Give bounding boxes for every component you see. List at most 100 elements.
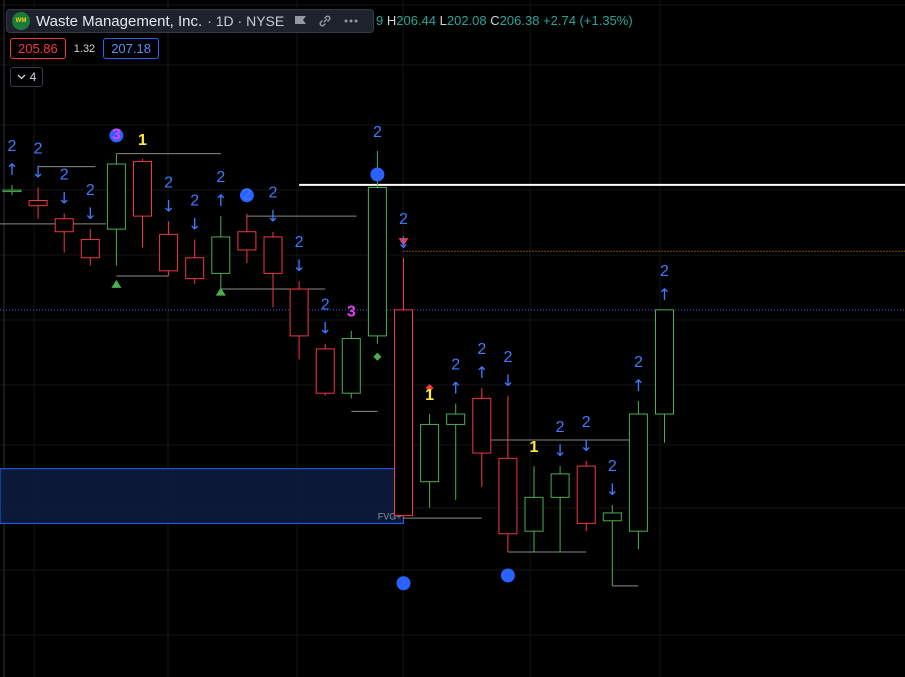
indicators-toggle-button[interactable]: 4 — [10, 67, 43, 87]
candle-label-number: 2 — [399, 211, 408, 228]
candle-body — [576, 465, 596, 524]
ohlc-high: 206.44 — [396, 13, 437, 28]
candle-label-arrow: ↑ — [449, 379, 462, 398]
buy-price-button[interactable]: 207.18 — [103, 38, 159, 59]
candle-label-arrow: ↓ — [188, 215, 201, 234]
ohlc-close: 206.38 — [499, 13, 540, 28]
candle-body — [133, 160, 152, 217]
candle-label-arrow: ↓ — [57, 189, 70, 208]
candle-body — [28, 199, 48, 207]
company-logo: WM — [12, 12, 30, 30]
candle-body — [394, 309, 413, 517]
candle-label-number: 2 — [34, 140, 43, 157]
ohlc-readout: 9 H206.44 L202.08 C206.38 +2.74 (+1.35%) — [376, 13, 633, 28]
ohlc-high-key: H — [386, 13, 397, 28]
quote-row: 205.86 1.32 207.18 — [10, 38, 159, 59]
ohlc-low: 202.08 — [446, 13, 487, 28]
price-chart[interactable]: FVG+ 2↑2↓ 2↓ 2↓3 12↓ 2↓2↑ 2 2↓2↓2↓322↓12↑2↑2↓1… — [0, 0, 905, 677]
signal-triangle — [111, 279, 122, 288]
candle-label-arrow: ↓ — [266, 207, 279, 226]
candle-body — [472, 397, 492, 454]
sell-price-button[interactable]: 205.86 — [10, 38, 66, 59]
candle-label-number: 2 — [634, 354, 643, 371]
ohlc-close-key: C — [490, 13, 500, 28]
candle-label-arrow: ↑ — [214, 191, 227, 210]
candle-label-arrow: ↑ — [658, 285, 671, 304]
ohlc-low-key: L — [439, 13, 447, 28]
candle-label-arrow: ↓ — [553, 441, 566, 460]
candle-label-arrow: ↑ — [5, 160, 18, 179]
candle-label-number: 2 — [608, 458, 617, 475]
candle-body — [211, 236, 231, 274]
candle-body — [341, 338, 361, 394]
indicators-count: 4 — [29, 70, 37, 84]
candle-label-number: 1 — [138, 132, 147, 149]
candle-label-number: 2 — [60, 167, 69, 184]
ohlc-change: +2.74 (+1.35%) — [543, 13, 633, 28]
fvg-zone: FVG+ — [0, 468, 404, 524]
candle-label-arrow: ↑ — [475, 363, 488, 382]
candle-body — [185, 257, 205, 280]
candle-label-number: 3 — [347, 304, 356, 321]
candle-label-arrow: ↓ — [31, 162, 44, 181]
candle-label-number: 2 — [503, 349, 512, 366]
candle-label-number: 2 — [242, 187, 251, 204]
candle-label-number: 3 — [112, 127, 121, 144]
candle-label-number: 2 — [190, 193, 199, 210]
symbol-meta[interactable]: · 1D · NYSE — [207, 13, 284, 29]
candle-body — [80, 239, 100, 259]
candle-labels: 2↑2↓ 2↓ 2↓3 12↓ 2↓2↑ 2 2↓2↓2↓322↓12↑2↑2↓12↓2↓2… — [5, 124, 671, 499]
candle-body — [315, 348, 335, 394]
candle-body — [420, 423, 440, 483]
candle-label-arrow: ↓ — [162, 196, 175, 215]
candle-label-number: 2 — [373, 124, 382, 141]
signal-dot — [396, 576, 411, 591]
candle-body — [237, 231, 257, 251]
signal-dot — [500, 568, 515, 583]
candle-body — [159, 233, 179, 272]
candle-label-arrow: ↓ — [318, 319, 331, 338]
candle-label-number: 2 — [295, 234, 304, 251]
candle-label-arrow: ↓ — [292, 256, 305, 275]
candle-body — [289, 288, 309, 337]
candle-body — [655, 309, 674, 415]
candle-label-number: 2 — [582, 414, 591, 431]
candle-label-arrow: ↓ — [606, 480, 619, 499]
signal-dot — [370, 167, 385, 182]
company-logo-text: WM — [15, 18, 27, 24]
symbol-header[interactable]: WM Waste Management, Inc. · 1D · NYSE — [6, 9, 374, 33]
candle-label-number: 2 — [451, 357, 460, 374]
chevron-down-icon — [17, 74, 26, 80]
candle-label-arrow: ↓ — [397, 233, 410, 252]
symbol-title[interactable]: Waste Management, Inc. — [36, 13, 202, 30]
ohlc-open-partial: 9 — [376, 13, 384, 28]
candle-body — [367, 186, 387, 337]
candle-label-number: 2 — [321, 297, 330, 314]
link-icon[interactable] — [317, 13, 333, 29]
candle-body — [628, 413, 648, 532]
candle-label-number: 2 — [8, 138, 17, 155]
candle-body — [602, 512, 622, 522]
candle-label-number: 2 — [660, 263, 669, 280]
candle-body — [524, 496, 544, 532]
candle-label-arrow: ↑ — [632, 376, 645, 395]
candle-label-number: 1 — [530, 439, 539, 456]
candle-body — [263, 236, 283, 274]
candle-label-number: 2 — [269, 185, 278, 202]
more-icon[interactable] — [343, 18, 359, 24]
candle-body — [498, 457, 518, 535]
candle-label-arrow: ↓ — [84, 204, 97, 223]
candle-label-number: 2 — [216, 169, 225, 186]
flag-icon[interactable] — [294, 15, 307, 27]
candle-body — [54, 218, 74, 233]
signal-diamond — [373, 352, 382, 361]
candle-label-arrow: ↓ — [501, 371, 514, 390]
fvg-box — [0, 468, 404, 524]
candle-body — [106, 163, 126, 230]
candle-label-arrow: ↓ — [579, 436, 592, 455]
candle-body — [446, 413, 466, 425]
candle-label-number: 2 — [556, 419, 565, 436]
candle-body — [2, 189, 22, 193]
chart-grid — [0, 0, 905, 677]
candle-label-number: 2 — [86, 182, 95, 199]
